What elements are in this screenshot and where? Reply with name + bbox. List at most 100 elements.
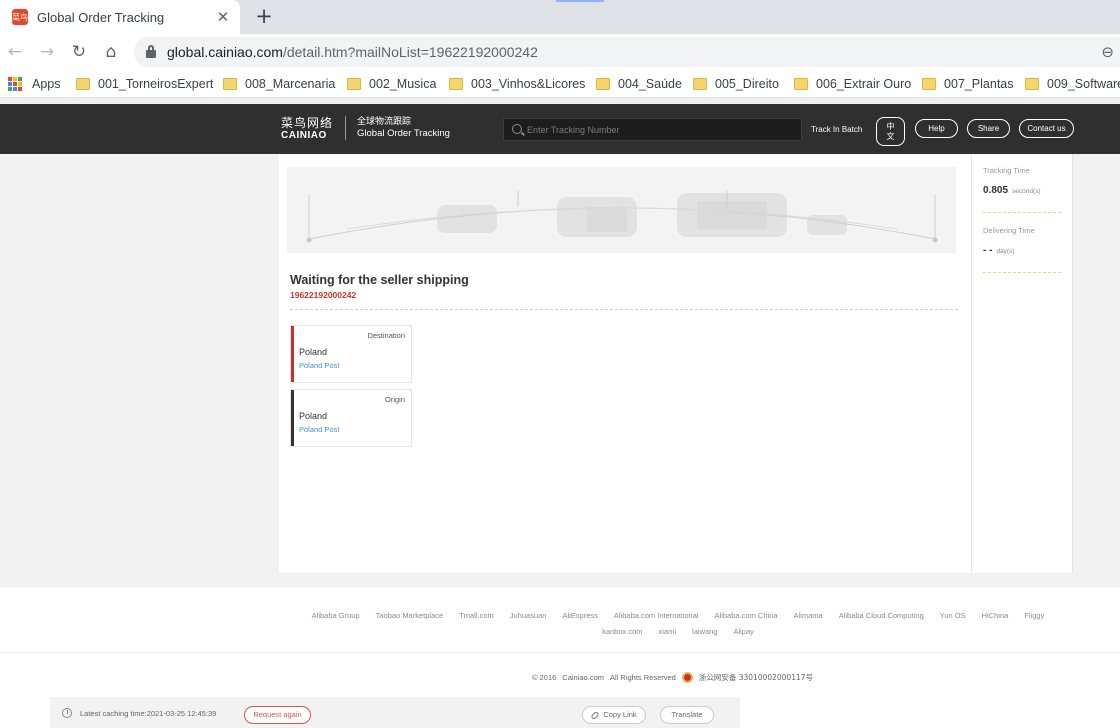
browser-tab[interactable]: 菜鸟 Global Order Tracking ✕ [0,0,240,34]
bookmark-label: 003_Vinhos&Licores [471,77,586,91]
icp-record-link[interactable]: 浙公网安备 33010002000117号 [699,672,813,683]
address-bar[interactable]: global.cainiao.com/detail.htm?mailNoList… [134,37,1120,67]
copyright-year: © 2016 [532,673,557,682]
footer-link[interactable]: Alipay [725,627,761,637]
footer-link[interactable]: kanbox.com [594,627,650,637]
footer-link[interactable]: AliExpress [554,611,605,621]
logo-chinese: 菜鸟网络 [281,116,334,130]
bookmark-folder[interactable]: 003_Vinhos&Licores [449,70,585,98]
folder-icon [596,78,610,90]
tracking-search-box [503,118,802,141]
footer-link[interactable]: Taobao Marketplace [368,611,452,621]
cainiao-logo[interactable]: 菜鸟网络 CAINIAO [281,116,337,142]
tracking-time-value-row: 0.805 second(s) [983,185,1041,196]
tab-strip-accent [556,0,604,2]
bookmark-label: Apps [32,77,61,91]
side-divider [983,272,1061,273]
police-emblem-icon [681,672,693,683]
origin-card: Origin Poland Poland Post [290,389,412,447]
subtitle-english: Global Order Tracking [357,128,450,139]
footer-link[interactable]: Yun OS [932,611,974,621]
contact-us-button[interactable]: Contact us [1019,119,1074,138]
bookmark-label: 007_Plantas [944,77,1014,91]
folder-icon [794,78,808,90]
caching-time-text: Latest caching time:2021-03-25 12:45:39 [80,709,217,718]
footer-link[interactable]: Fliggy [1016,611,1052,621]
bookmark-label: 002_Musica [369,77,437,91]
bookmark-folder[interactable]: 006_Extrair Ouro [794,70,911,98]
bookmark-folder[interactable]: 007_Plantas [922,70,1014,98]
folder-icon [223,78,237,90]
request-again-button[interactable]: Request again [244,706,311,724]
destination-carrier-link[interactable]: Poland Post [299,361,339,370]
origin-label: Origin [384,395,405,404]
bookmark-apps[interactable]: Apps [8,70,61,98]
reload-icon[interactable]: ↻ [68,41,90,63]
url-host: global.cainiao.com [167,44,283,60]
tracking-number-input[interactable] [527,122,797,138]
new-tab-button[interactable]: + [253,5,275,27]
close-tab-icon[interactable]: ✕ [214,8,232,26]
link-icon [590,710,600,720]
zoom-icon[interactable]: ⊖ [1101,43,1114,61]
language-toggle-button[interactable]: 中 文 [876,117,905,146]
bookmark-label: 008_Marcenaria [245,77,336,91]
folder-icon [76,78,90,90]
logo-divider [345,116,346,140]
help-button[interactable]: Help [915,119,958,138]
translate-button[interactable]: Translate [660,706,714,724]
share-button[interactable]: Share [967,119,1010,138]
origin-carrier-link[interactable]: Poland Post [299,425,339,434]
footer-link[interactable]: laiwang [684,627,725,637]
bookmark-folder[interactable]: 008_Marcenaria [223,70,335,98]
cainiao-favicon-icon: 菜鸟 [12,9,28,25]
tracking-time-label: Tracking Time [983,166,1030,175]
bookmark-folder[interactable]: 002_Musica [347,70,436,98]
tracking-time-value: 0.805 [983,185,1009,196]
url-text[interactable]: global.cainiao.com/detail.htm?mailNoList… [167,44,538,60]
bookmark-label: 005_Direito [715,77,779,91]
side-divider [983,212,1061,213]
footer-link[interactable]: Alibaba Cloud Computing [831,611,932,621]
footer-link[interactable]: Tmall.com [451,611,502,621]
bookmark-label: 004_Saúde [618,77,682,91]
copy-link-button[interactable]: Copy Link [582,706,646,724]
footer-link[interactable]: Alibaba Group [304,611,368,621]
bookmark-folder[interactable]: 004_Saúde [596,70,682,98]
track-in-batch-link[interactable]: Track In Batch [811,125,862,134]
bookmark-folder[interactable]: 005_Direito [693,70,779,98]
origin-accent-bar [291,390,294,446]
bookmarks-bar: Apps 001_TorneirosExpert 008_Marcenaria … [0,70,1120,98]
folder-icon [1025,78,1039,90]
subtitle-chinese: 全球物流跟踪 [357,117,412,127]
copy-link-label: Copy Link [603,710,637,719]
lang-char-1: 中 [886,122,895,131]
origin-country: Poland [299,411,328,421]
clock-icon [62,708,72,718]
tab-title: Global Order Tracking [37,9,165,25]
copyright-site-link[interactable]: Cainiao.com [562,673,604,682]
bookmark-folder[interactable]: 009_Software [1025,70,1120,98]
footer-link[interactable]: Juhuasuan [502,611,555,621]
footer-link[interactable]: xiami [651,627,685,637]
forward-arrow-icon[interactable]: → [36,41,58,63]
destination-accent-bar [291,326,294,382]
delivering-time-value-row: - - day(s) [983,245,1015,256]
timing-side-panel: Tracking Time 0.805 second(s) Delivering … [971,154,1073,573]
world-map-banner [287,167,956,253]
bookmark-folder[interactable]: 001_TorneirosExpert [76,70,213,98]
apps-grid-icon [8,77,22,91]
footer-divider [0,652,1120,653]
lock-icon[interactable] [146,45,156,59]
lang-char-2: 文 [886,132,895,141]
footer-link[interactable]: Alimama [786,611,831,621]
footer-link[interactable]: Alibaba.com China [707,611,786,621]
footer-link[interactable]: HiChina [974,611,1017,621]
footer-link[interactable]: Alibaba.com International [606,611,707,621]
logo-english: CAINIAO [281,130,327,141]
delivering-time-label: Delivering Time [983,226,1035,235]
destination-card: Destination Poland Poland Post [290,325,412,383]
search-icon [512,124,522,134]
home-icon[interactable]: ⌂ [100,41,122,63]
back-arrow-icon[interactable]: ← [4,41,26,63]
